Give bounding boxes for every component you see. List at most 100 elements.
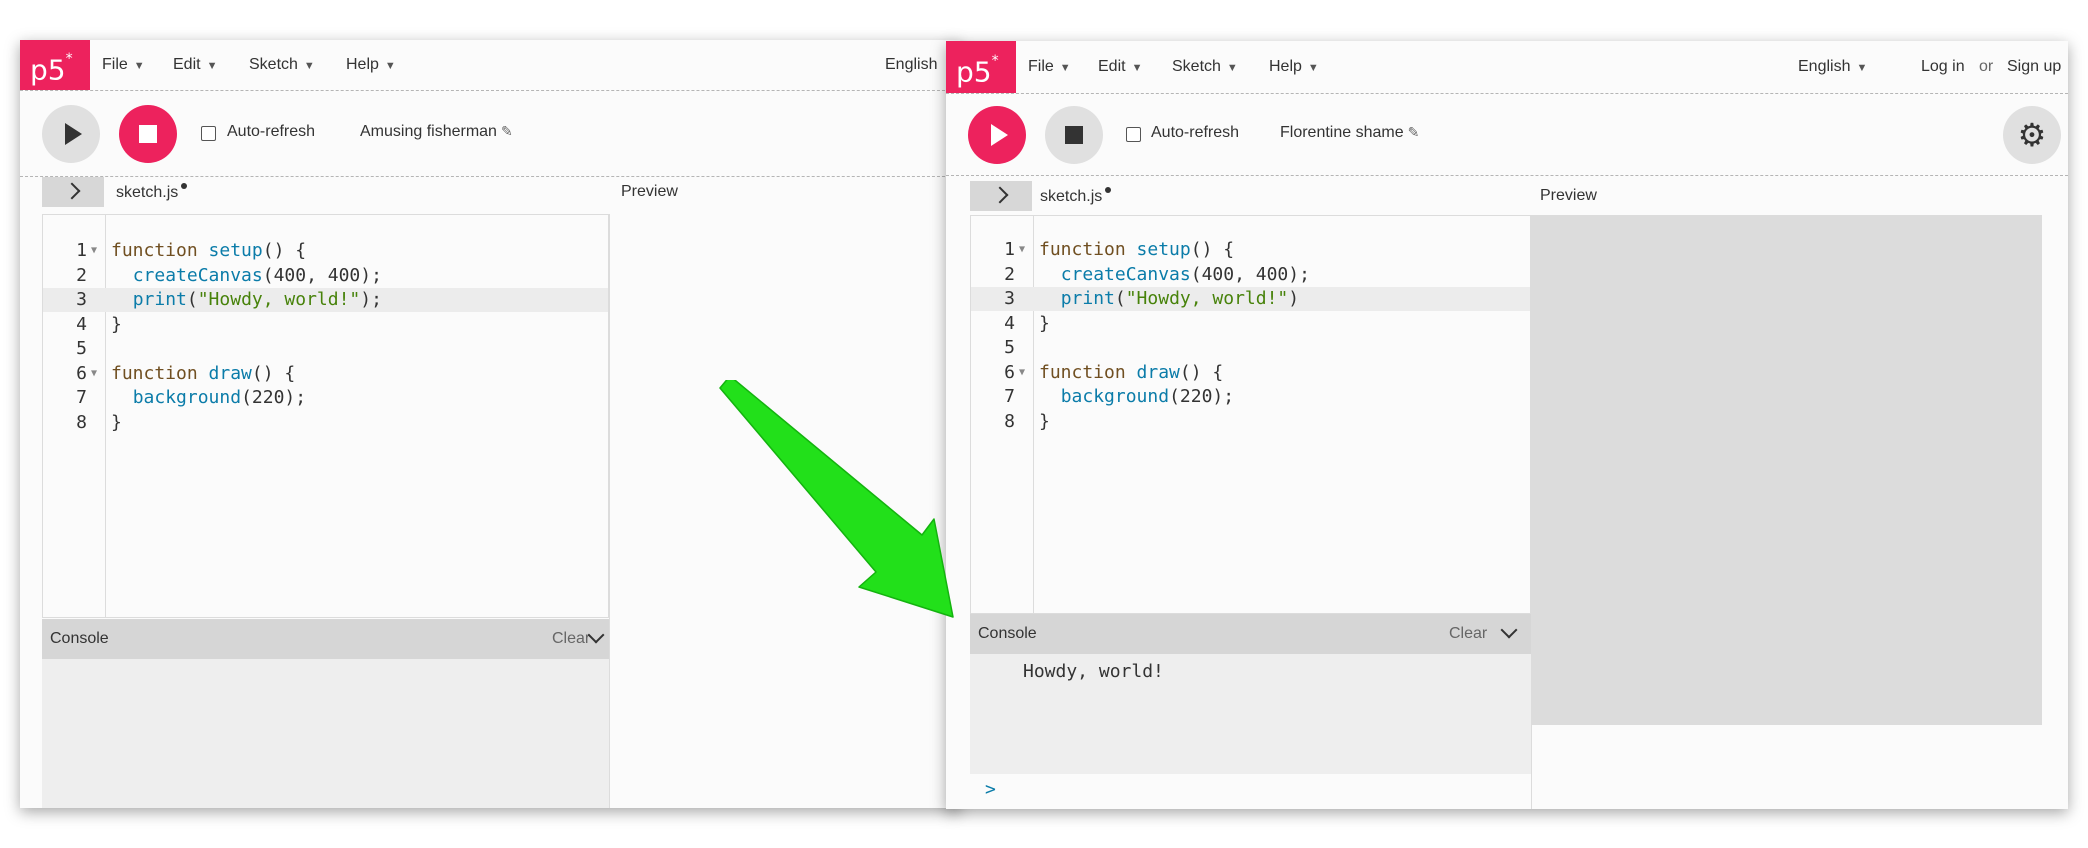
code-line[interactable]: 4} <box>971 312 1530 336</box>
menu-sketch-label: Sketch <box>1172 58 1221 75</box>
stop-button[interactable] <box>119 105 177 163</box>
code-line[interactable]: 1 ▼ function setup() { <box>971 238 1530 262</box>
console-header: Console Clear <box>42 619 609 659</box>
fold-caret-icon[interactable]: ▼ <box>91 239 97 263</box>
line-number: 3 <box>76 289 87 310</box>
code-text: createCanvas(400, 400); <box>1060 263 1310 285</box>
right-editor-window: p5* File ▼ Edit ▼ Sketch ▼ Help ▼ English ▼ L… <box>946 41 2068 809</box>
line-number: 1 <box>1004 239 1015 260</box>
code-text: } <box>1039 312 1050 334</box>
menu-help[interactable]: Help ▼ <box>1269 41 1319 93</box>
file-tab-sketch[interactable]: sketch.js <box>1040 187 1112 206</box>
code-text: function setup() { <box>111 240 307 261</box>
fold-caret-icon[interactable]: ▼ <box>91 362 97 386</box>
project-name-text: Amusing fisherman <box>360 123 497 140</box>
code-line[interactable]: 7 background(220); <box>971 385 1530 409</box>
file-tab-label: sketch.js <box>1040 188 1103 205</box>
line-number: 4 <box>76 313 87 335</box>
line-number: 5 <box>1004 337 1015 358</box>
code-text: createCanvas(400, 400); <box>132 264 382 286</box>
sidebar-toggle[interactable] <box>970 181 1032 211</box>
menu-sketch[interactable]: Sketch ▼ <box>1172 41 1238 93</box>
logo-asterisk: * <box>991 53 999 69</box>
code-line[interactable]: 5 <box>43 337 608 361</box>
line-number: 8 <box>76 411 87 433</box>
line-number: 7 <box>1004 386 1015 407</box>
pencil-icon[interactable]: ✎ <box>1408 124 1420 140</box>
code-line[interactable]: 8} <box>43 411 608 435</box>
menu-help-label: Help <box>1269 58 1302 75</box>
code-text: print("Howdy, world!") <box>1060 288 1300 309</box>
settings-button[interactable]: ⚙ <box>2003 106 2061 164</box>
file-tab-sketch[interactable]: sketch.js <box>116 183 188 202</box>
login-link[interactable]: Log in <box>1921 41 1965 93</box>
code-editor[interactable]: 1 ▼ function setup() {2 createCanvas(400, … <box>970 215 1531 614</box>
code-editor[interactable]: 1 ▼ function setup() {2 createCanvas(400, … <box>42 214 609 618</box>
console-output: Howdy, world! <box>970 654 1531 774</box>
auto-refresh-label: Auto-refresh <box>1151 124 1240 141</box>
code-line[interactable]: 6 ▼ function draw() { <box>43 362 608 386</box>
code-line[interactable]: 8} <box>971 410 1530 434</box>
project-name[interactable]: Amusing fisherman ✎ <box>360 123 513 141</box>
signup-link[interactable]: Sign up <box>2007 41 2061 93</box>
logo-asterisk: * <box>65 51 73 67</box>
code-line[interactable]: 2 createCanvas(400, 400); <box>43 264 608 288</box>
menu-file[interactable]: File ▼ <box>102 40 145 90</box>
code-line[interactable]: 1 ▼ function setup() { <box>43 239 608 263</box>
play-button[interactable] <box>968 106 1026 164</box>
stop-icon <box>1065 126 1083 144</box>
top-nav: p5* File ▼ Edit ▼ Sketch ▼ Help ▼ English <box>20 40 960 91</box>
menu-edit-label: Edit <box>173 56 201 73</box>
console-clear-button[interactable]: Clear <box>552 630 590 648</box>
preview-label: Preview <box>1540 187 1597 204</box>
caret-down-icon: ▼ <box>1131 62 1143 74</box>
caret-down-icon: ▼ <box>303 60 315 72</box>
fold-caret-icon[interactable]: ▼ <box>1019 238 1025 262</box>
menu-file-label: File <box>1028 58 1054 75</box>
project-name[interactable]: Florentine shame ✎ <box>1280 124 1419 142</box>
line-number: 2 <box>76 264 87 286</box>
code-line[interactable]: 4} <box>43 313 608 337</box>
code-line[interactable]: 2 createCanvas(400, 400); <box>971 263 1530 287</box>
caret-down-icon: ▼ <box>1226 62 1238 74</box>
console-clear-button[interactable]: Clear <box>1449 625 1487 643</box>
menu-sketch-label: Sketch <box>249 56 298 73</box>
code-line[interactable]: 3 print("Howdy, world!") <box>971 287 1530 311</box>
play-button[interactable] <box>42 105 100 163</box>
play-icon <box>65 123 82 145</box>
menu-help[interactable]: Help ▼ <box>346 40 396 90</box>
language-menu[interactable]: English ▼ <box>1798 41 1867 93</box>
language-menu[interactable]: English <box>885 40 937 90</box>
stop-button[interactable] <box>1045 106 1103 164</box>
code-line[interactable]: 7 background(220); <box>43 386 608 410</box>
console-input[interactable]: > <box>970 774 1531 809</box>
code-text: background(220); <box>132 387 307 408</box>
code-line[interactable]: 6 ▼ function draw() { <box>971 361 1530 385</box>
line-number: 3 <box>1004 288 1015 309</box>
code-line[interactable]: 3 print("Howdy, world!"); <box>43 288 608 312</box>
menu-edit[interactable]: Edit ▼ <box>1098 41 1142 93</box>
menu-sketch[interactable]: Sketch ▼ <box>249 40 315 90</box>
code-line[interactable]: 5 <box>971 336 1530 360</box>
p5-logo[interactable]: p5* <box>946 41 1016 93</box>
play-icon <box>991 124 1008 146</box>
sketch-canvas[interactable] <box>1532 215 2042 725</box>
p5-logo[interactable]: p5* <box>20 40 90 90</box>
console-message: Howdy, world! <box>1023 661 1164 682</box>
menu-file[interactable]: File ▼ <box>1028 41 1071 93</box>
menu-edit-label: Edit <box>1098 58 1126 75</box>
pencil-icon[interactable]: ✎ <box>501 123 513 139</box>
line-number: 6 <box>76 362 87 384</box>
pane-divider[interactable] <box>609 214 610 808</box>
auto-refresh-checkbox[interactable] <box>201 126 216 141</box>
line-number: 1 <box>76 240 87 261</box>
chevron-right-icon <box>991 186 1009 204</box>
auto-refresh-checkbox[interactable] <box>1126 127 1141 142</box>
chevron-down-icon[interactable] <box>1500 621 1518 639</box>
console-title: Console <box>978 625 1037 642</box>
fold-caret-icon[interactable]: ▼ <box>1019 361 1025 385</box>
preview-label: Preview <box>621 183 678 200</box>
menu-edit[interactable]: Edit ▼ <box>173 40 217 90</box>
sidebar-toggle[interactable] <box>42 177 104 207</box>
logo-text: p5 <box>956 55 992 89</box>
